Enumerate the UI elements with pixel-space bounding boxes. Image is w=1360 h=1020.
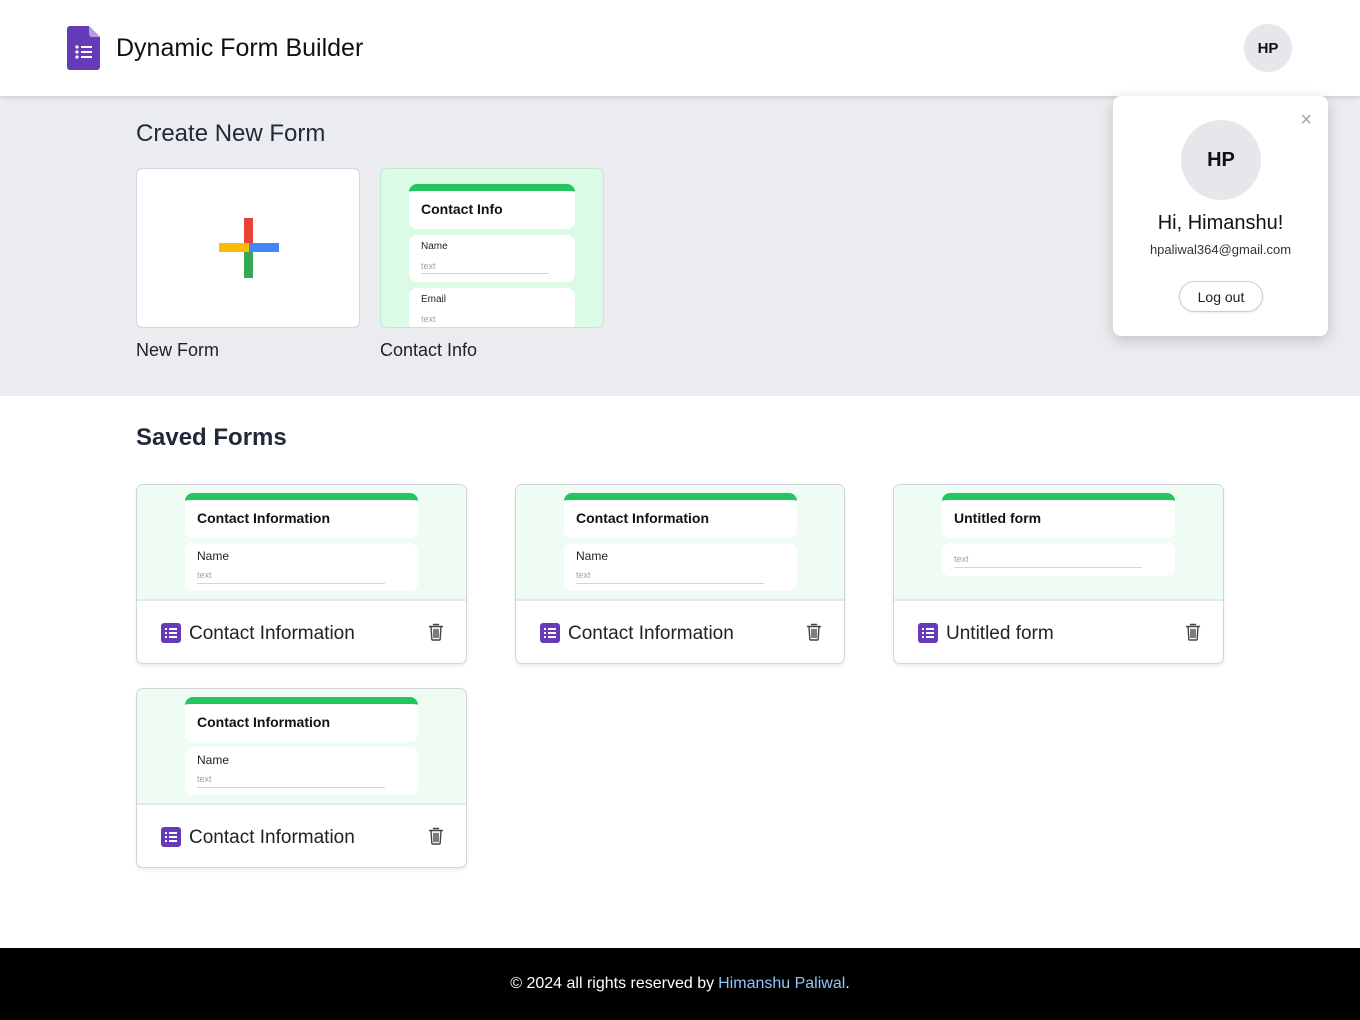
preview-title-card: Contact Information xyxy=(185,493,418,538)
profile-avatar: HP xyxy=(1181,120,1261,200)
preview-title-card: Contact Information xyxy=(564,493,797,538)
app-title: Dynamic Form Builder xyxy=(116,34,364,62)
footer-suffix: . xyxy=(845,975,850,992)
trash-icon[interactable] xyxy=(1185,623,1201,641)
app-header: Dynamic Form Builder HP xyxy=(0,0,1360,96)
trash-icon[interactable] xyxy=(428,623,444,641)
preview-title: Untitled form xyxy=(954,510,1042,526)
saved-form-footer: Contact Information xyxy=(137,603,466,663)
saved-form-preview: Contact Information Name text xyxy=(516,485,844,601)
profile-greeting: Hi, Himanshu! xyxy=(1157,212,1284,234)
saved-form-preview: Untitled form text xyxy=(894,485,1223,601)
saved-form-footer: Contact Information xyxy=(516,603,844,663)
preview-title-card: Contact Information xyxy=(185,697,418,742)
template-preview-title-card: Contact Info xyxy=(409,184,575,229)
saved-form-preview: Contact Information Name text xyxy=(137,485,466,601)
saved-form-card[interactable]: Untitled form text Untitled form xyxy=(893,484,1224,664)
template-preview-field: Name text xyxy=(409,235,575,282)
form-list-icon xyxy=(161,827,181,847)
contact-info-label: Contact Info xyxy=(380,340,478,360)
saved-form-name: Contact Information xyxy=(568,623,734,644)
author-link[interactable]: Himanshu Paliwal xyxy=(718,975,845,993)
preview-field-placeholder: text xyxy=(197,774,212,784)
new-form-label: New Form xyxy=(136,340,220,360)
preview-title: Contact Information xyxy=(576,510,709,526)
preview-field: Name text xyxy=(564,543,797,591)
saved-form-footer: Contact Information xyxy=(137,807,466,867)
form-list-icon xyxy=(540,623,560,643)
saved-section-title: Saved Forms xyxy=(136,424,287,451)
saved-form-name: Untitled form xyxy=(946,623,1054,644)
plus-icon xyxy=(219,218,279,278)
saved-form-name: Contact Information xyxy=(189,623,355,644)
preview-field: Name text xyxy=(185,747,418,795)
template-field-label: Email xyxy=(421,294,447,305)
create-section-title: Create New Form xyxy=(136,120,326,147)
saved-form-name: Contact Information xyxy=(189,827,355,848)
form-list-icon xyxy=(161,623,181,643)
form-list-icon xyxy=(918,623,938,643)
template-field-label: Name xyxy=(421,241,448,252)
close-icon[interactable]: × xyxy=(1300,110,1312,130)
preview-field: text xyxy=(942,543,1175,576)
profile-email: hpaliwal364@gmail.com xyxy=(1149,242,1292,257)
preview-title: Contact Information xyxy=(197,510,330,526)
preview-field-placeholder: text xyxy=(197,570,212,580)
saved-form-card[interactable]: Contact Information Name text Contact In… xyxy=(136,484,467,664)
saved-form-card[interactable]: Contact Information Name text Contact In… xyxy=(515,484,845,664)
saved-form-preview: Contact Information Name text xyxy=(137,689,466,805)
preview-field-label: Name xyxy=(197,549,230,563)
logout-button[interactable]: Log out xyxy=(1179,281,1263,312)
template-preview-field: Email text xyxy=(409,288,575,327)
template-field-placeholder: text xyxy=(421,261,436,271)
saved-form-card[interactable]: Contact Information Name text Contact In… xyxy=(136,688,467,868)
trash-icon[interactable] xyxy=(806,623,822,641)
trash-icon[interactable] xyxy=(428,827,444,845)
page-footer: © 2024 all rights reserved by Himanshu P… xyxy=(0,948,1360,1020)
preview-field-placeholder: text xyxy=(954,554,969,564)
avatar-button[interactable]: HP xyxy=(1244,24,1292,72)
preview-field-placeholder: text xyxy=(576,570,591,580)
preview-field-label: Name xyxy=(576,549,609,563)
google-forms-icon[interactable] xyxy=(67,26,100,70)
preview-title-card: Untitled form xyxy=(942,493,1175,538)
preview-title: Contact Information xyxy=(197,714,330,730)
preview-field: Name text xyxy=(185,543,418,591)
footer-text: © 2024 all rights reserved by xyxy=(510,975,715,992)
template-preview-title: Contact Info xyxy=(421,201,503,217)
contact-info-template-card[interactable]: Contact Info Name text Email text xyxy=(380,168,604,328)
preview-field-label: Name xyxy=(197,753,230,767)
saved-form-footer: Untitled form xyxy=(894,603,1223,663)
profile-popover: × HP Hi, Himanshu! hpaliwal364@gmail.com… xyxy=(1113,96,1328,336)
new-form-card[interactable] xyxy=(136,168,360,328)
template-field-placeholder: text xyxy=(421,314,436,324)
